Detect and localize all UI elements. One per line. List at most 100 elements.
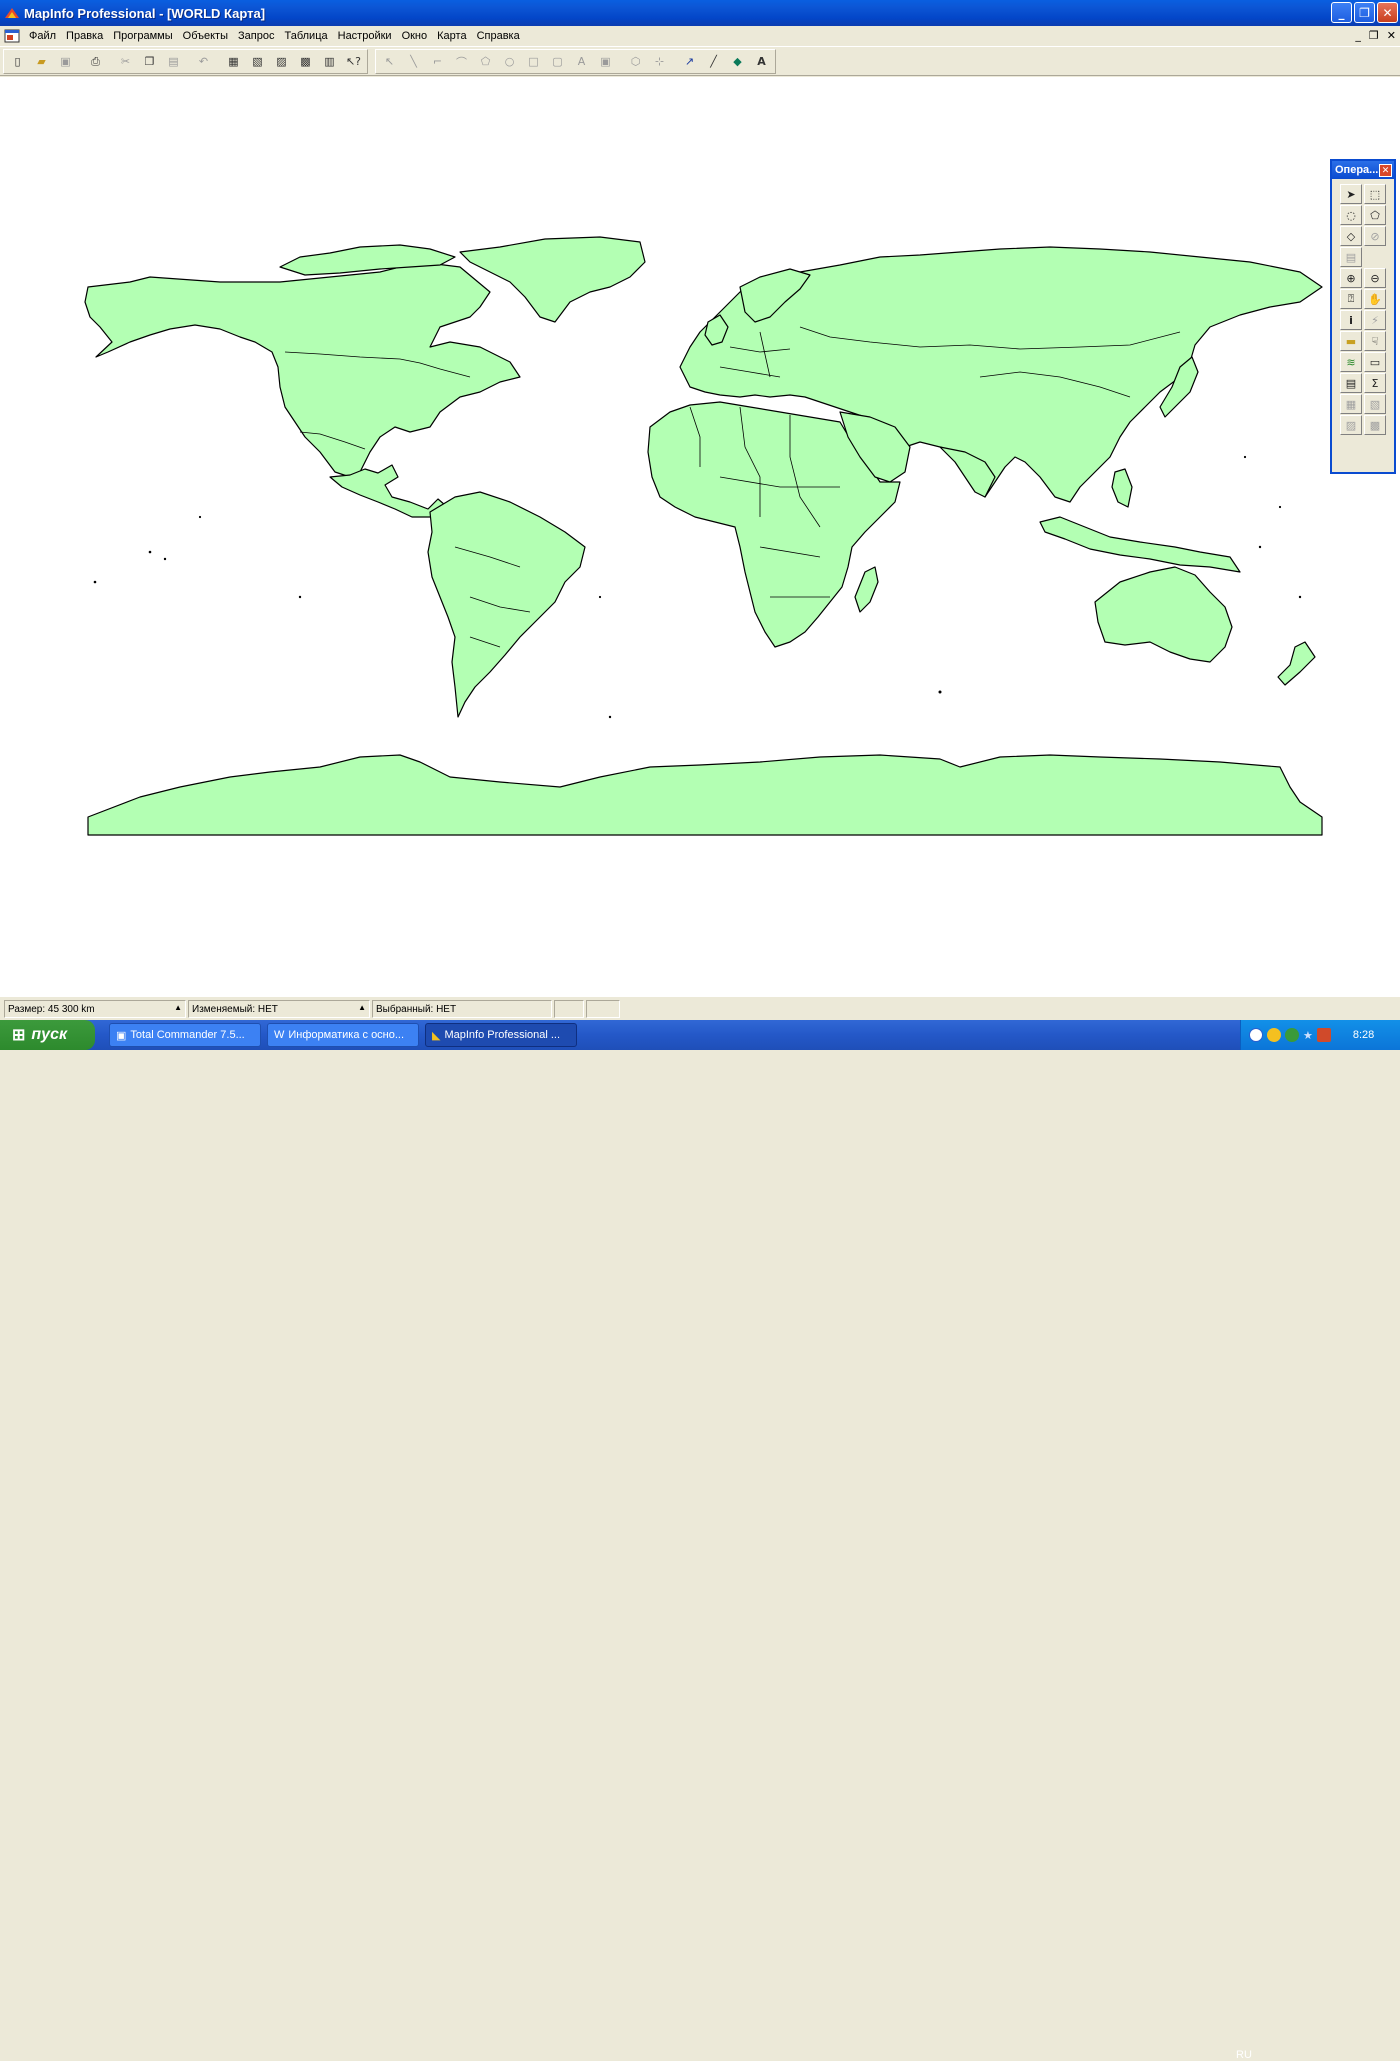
menu-objects[interactable]: Объекты bbox=[178, 30, 233, 42]
mapinfo-logo-icon: ◣ bbox=[432, 1029, 441, 1042]
new-zealand bbox=[1277, 641, 1316, 686]
australia bbox=[1094, 566, 1233, 663]
language-indicator[interactable]: RU bbox=[1236, 2049, 1252, 2061]
graph-icon[interactable]: ▨ bbox=[270, 51, 293, 72]
text-style-icon[interactable]: A bbox=[750, 51, 773, 72]
layer-control-icon[interactable]: ≋ bbox=[1340, 352, 1362, 372]
shield-icon[interactable] bbox=[1267, 1028, 1281, 1042]
open-icon[interactable]: ▰ bbox=[30, 51, 53, 72]
ellipse-icon[interactable]: ○ bbox=[498, 51, 521, 72]
polyline-icon[interactable]: ⌐ bbox=[426, 51, 449, 72]
clock[interactable]: 8:28 bbox=[1353, 1029, 1374, 1041]
paste-icon[interactable]: ▤ bbox=[162, 51, 185, 72]
change-view-icon[interactable]: ⍰ bbox=[1340, 289, 1362, 309]
mdi-minimize-button[interactable]: _ bbox=[1355, 29, 1361, 42]
word-icon: W bbox=[274, 1029, 285, 1041]
layout-icon[interactable]: ▩ bbox=[294, 51, 317, 72]
unselect-all-icon[interactable]: ⊘ bbox=[1364, 226, 1386, 246]
world-map[interactable] bbox=[0, 77, 1400, 997]
zoom-status[interactable]: Размер: 45 300 km ▲ bbox=[4, 1000, 186, 1018]
minimize-button[interactable]: _ bbox=[1331, 2, 1352, 23]
add-node-icon[interactable]: ⊹ bbox=[648, 51, 671, 72]
info-tool-icon[interactable]: i bbox=[1340, 310, 1362, 330]
region-style-icon[interactable]: ╱ bbox=[702, 51, 725, 72]
greenland bbox=[459, 236, 646, 323]
menu-help[interactable]: Справка bbox=[472, 30, 525, 42]
map-icon[interactable]: ▧ bbox=[246, 51, 269, 72]
cut-icon[interactable]: ✂ bbox=[114, 51, 137, 72]
map-window[interactable]: Опера... ✕ ➤ ⬚ ◌ ⬠ ◇ ⊘ ▤ ⊕ ⊖ ⍰ ✋ i ⚡ ▬ ☟… bbox=[0, 77, 1400, 997]
status-empty-2 bbox=[586, 1000, 620, 1018]
chevron-left-icon[interactable] bbox=[1249, 1028, 1263, 1042]
text-icon[interactable]: A bbox=[570, 51, 593, 72]
label-tool-icon[interactable]: ▦ bbox=[1340, 394, 1362, 414]
menu-edit[interactable]: Правка bbox=[61, 30, 108, 42]
graph-select-icon[interactable]: ▤ bbox=[1340, 247, 1362, 267]
palette-spacer bbox=[1364, 247, 1386, 267]
setting-target-icon[interactable]: ▩ bbox=[1364, 415, 1386, 435]
start-button[interactable]: ⊞ пуск bbox=[0, 1020, 95, 1050]
maximize-button[interactable]: ❐ bbox=[1354, 2, 1375, 23]
scale-bar-icon[interactable]: ▭ bbox=[1364, 352, 1386, 372]
redistrict-icon[interactable]: ▥ bbox=[318, 51, 341, 72]
ruler-icon[interactable]: ▬ bbox=[1340, 331, 1362, 351]
copy-icon[interactable]: ❐ bbox=[138, 51, 161, 72]
boundary-select-icon[interactable]: ◇ bbox=[1340, 226, 1362, 246]
arc-icon[interactable]: ⌒ bbox=[450, 51, 473, 72]
mapinfo-logo-icon bbox=[5, 8, 19, 18]
menu-tools[interactable]: Программы bbox=[108, 30, 177, 42]
rectangle-icon[interactable]: □ bbox=[522, 51, 545, 72]
menu-window[interactable]: Окно bbox=[397, 30, 433, 42]
grabber-hand-icon[interactable]: ✋ bbox=[1364, 289, 1386, 309]
zoom-in-icon[interactable]: ⊕ bbox=[1340, 268, 1362, 288]
menu-map[interactable]: Карта bbox=[432, 30, 471, 42]
book-icon[interactable] bbox=[1316, 1028, 1331, 1042]
total-commander-icon: ▣ bbox=[116, 1029, 127, 1042]
line-icon[interactable]: ╲ bbox=[402, 51, 425, 72]
undo-icon[interactable]: ↶ bbox=[192, 51, 215, 72]
symbol-icon[interactable]: ↖ bbox=[378, 51, 401, 72]
editable-status[interactable]: Изменяемый: НЕТ ▲ bbox=[188, 1000, 370, 1018]
reshape-icon[interactable]: ⬡ bbox=[624, 51, 647, 72]
editable-status-text: Изменяемый: НЕТ bbox=[192, 1003, 278, 1015]
clip-region-icon[interactable]: ▨ bbox=[1340, 415, 1362, 435]
print-icon[interactable]: ⎙ bbox=[84, 51, 107, 72]
antarctica bbox=[87, 754, 1323, 836]
menu-query[interactable]: Запрос bbox=[233, 30, 279, 42]
save-icon[interactable]: ▣ bbox=[54, 51, 77, 72]
drag-label-icon[interactable]: ▧ bbox=[1364, 394, 1386, 414]
task-mapinfo[interactable]: ◣ MapInfo Professional ... bbox=[425, 1023, 577, 1047]
palette-close-button[interactable]: ✕ bbox=[1379, 164, 1392, 177]
star-icon[interactable]: ★ bbox=[1303, 1029, 1313, 1042]
task-total-commander[interactable]: ▣ Total Commander 7.5... bbox=[109, 1023, 261, 1047]
statistics-icon[interactable]: Σ bbox=[1364, 373, 1386, 393]
polygon-icon[interactable]: ⬠ bbox=[474, 51, 497, 72]
task-label: MapInfo Professional ... bbox=[444, 1029, 561, 1041]
symbol-style-icon[interactable]: ◆ bbox=[726, 51, 749, 72]
menu-table[interactable]: Таблица bbox=[279, 30, 332, 42]
polygon-select-icon[interactable]: ⬠ bbox=[1364, 205, 1386, 225]
selected-status: Выбранный: НЕТ bbox=[372, 1000, 552, 1018]
marquee-select-icon[interactable]: ⬚ bbox=[1364, 184, 1386, 204]
rounded-rect-icon[interactable]: ▢ bbox=[546, 51, 569, 72]
browser-icon[interactable]: ▦ bbox=[222, 51, 245, 72]
menu-options[interactable]: Настройки bbox=[333, 30, 397, 42]
menu-file[interactable]: Файл bbox=[24, 30, 61, 42]
task-word-document[interactable]: W Информатика с осно... bbox=[267, 1023, 419, 1047]
drag-map-icon[interactable]: ☟ bbox=[1364, 331, 1386, 351]
zoom-out-icon[interactable]: ⊖ bbox=[1364, 268, 1386, 288]
radius-select-icon[interactable]: ◌ bbox=[1340, 205, 1362, 225]
network-icon[interactable] bbox=[1285, 1028, 1299, 1042]
frame-icon[interactable]: ▣ bbox=[594, 51, 617, 72]
line-style-icon[interactable]: ↗ bbox=[678, 51, 701, 72]
new-icon[interactable]: ▯ bbox=[6, 51, 29, 72]
mdi-restore-button[interactable]: ❐ bbox=[1369, 29, 1379, 42]
legend-icon[interactable]: ▤ bbox=[1340, 373, 1362, 393]
document-window-icon[interactable] bbox=[4, 29, 20, 43]
help-pointer-icon[interactable]: ↖? bbox=[342, 51, 365, 72]
close-button[interactable]: ✕ bbox=[1377, 2, 1398, 23]
hotlink-icon[interactable]: ⚡ bbox=[1364, 310, 1386, 330]
task-label: Total Commander 7.5... bbox=[130, 1029, 245, 1041]
select-icon[interactable]: ➤ bbox=[1340, 184, 1362, 204]
mdi-close-button[interactable]: ✕ bbox=[1387, 29, 1396, 42]
